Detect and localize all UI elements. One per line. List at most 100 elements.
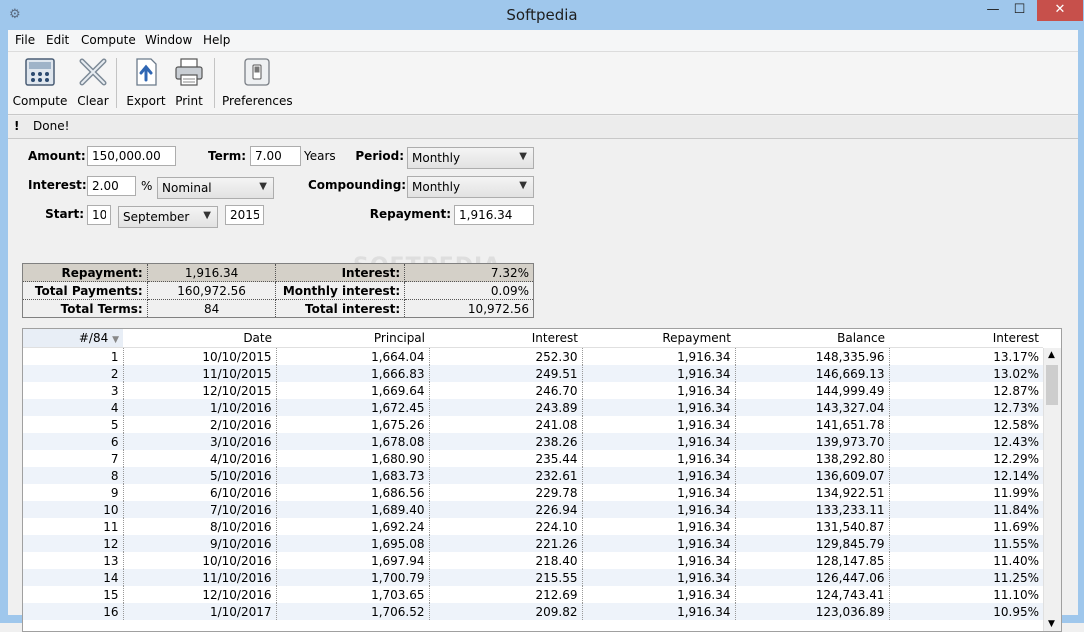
table-cell: 2 — [23, 365, 123, 382]
table-cell: 133,233.11 — [734, 501, 889, 518]
compounding-select[interactable]: Monthly ▼ — [407, 176, 534, 198]
column-header-number[interactable]: #/84 ▼ — [23, 329, 123, 348]
table-cell: 11.10% — [888, 586, 1043, 603]
table-cell: 1,672.45 — [275, 399, 429, 416]
column-header-repayment[interactable]: Repayment — [582, 329, 735, 348]
column-header-date[interactable]: Date — [123, 329, 276, 348]
table-cell: 5 — [110, 417, 119, 432]
table-cell: 212.69 — [428, 586, 582, 603]
table-row[interactable]: 4 1/10/2016 1,672.45 243.89 1,916.34 143,327.… — [23, 399, 1043, 416]
interest-type-value: Nominal — [162, 181, 212, 195]
table-row[interactable]: 10 7/10/2016 1,689.40 226.94 1,916.34 133,233… — [23, 501, 1043, 518]
table-cell: 246.70 — [428, 382, 582, 399]
summary-value: 10,972.56 — [404, 299, 534, 318]
table-cell: 12.29% — [888, 450, 1043, 467]
table-row[interactable]: 14 11/10/2016 1,700.79 215.55 1,916.34 126,44… — [23, 569, 1043, 586]
clear-label: Clear — [77, 94, 109, 108]
menu-window[interactable]: Window — [145, 33, 192, 47]
table-cell: 7 — [110, 451, 119, 466]
amortization-grid[interactable]: #/84 ▼ Date Principal Interest Repayment… — [22, 328, 1062, 632]
column-header-interest[interactable]: Interest — [429, 329, 582, 348]
table-row[interactable]: 1 10/10/2015 1,664.04 252.30 1,916.34 148,335… — [23, 347, 1043, 365]
start-year-input[interactable] — [225, 205, 264, 225]
table-cell: 13.17% — [888, 347, 1043, 365]
table-cell: 1,916.34 — [581, 535, 735, 552]
table-row[interactable]: 16 1/10/2017 1,706.52 209.82 1,916.34 123,036… — [23, 603, 1043, 620]
period-select[interactable]: Monthly ▼ — [407, 147, 534, 169]
scroll-up-icon[interactable]: ▲ — [1048, 350, 1055, 360]
table-cell: 15 — [103, 587, 119, 602]
table-cell: 1,916.34 — [581, 501, 735, 518]
table-row[interactable]: 12 9/10/2016 1,695.08 221.26 1,916.34 129,845… — [23, 535, 1043, 552]
table-cell: 1,916.34 — [581, 569, 735, 586]
table-cell: 1,916.34 — [581, 399, 735, 416]
summary-key: Total Payments: — [22, 281, 148, 300]
repayment-input[interactable] — [454, 205, 534, 225]
preferences-button[interactable]: Preferences — [222, 56, 293, 110]
interest-unit: % — [141, 179, 153, 193]
table-row[interactable]: 7 4/10/2016 1,680.90 235.44 1,916.34 138,292.… — [23, 450, 1043, 467]
interest-type-select[interactable]: Nominal ▼ — [157, 177, 274, 199]
table-row[interactable]: 3 12/10/2015 1,669.64 246.70 1,916.34 144,999… — [23, 382, 1043, 399]
table-cell: 218.40 — [428, 552, 582, 569]
table-row[interactable]: 15 12/10/2016 1,703.65 212.69 1,916.34 124,74… — [23, 586, 1043, 603]
column-header-label: #/84 — [78, 331, 109, 345]
summary-row: Repayment: 1,916.34 Interest: 7.32% — [22, 263, 534, 282]
start-label: Start: — [45, 207, 84, 221]
table-cell: 11.55% — [888, 535, 1043, 552]
table-cell: 1,916.34 — [581, 586, 735, 603]
maximize-button[interactable]: ☐ — [1006, 0, 1033, 21]
status-text: Done! — [33, 119, 70, 133]
column-header-interest-pct[interactable]: Interest — [889, 329, 1043, 348]
column-header-balance[interactable]: Balance — [735, 329, 889, 348]
table-cell: 10.95% — [888, 603, 1043, 620]
table-cell: 10/10/2016 — [122, 552, 276, 569]
column-header-principal[interactable]: Principal — [276, 329, 429, 348]
title-bar[interactable]: ⚙ Softpedia — ☐ ✕ — [0, 0, 1084, 30]
export-button[interactable]: Export — [124, 56, 168, 110]
scroll-thumb[interactable] — [1046, 365, 1058, 405]
summary-value: 1,916.34 — [146, 263, 277, 282]
scroll-down-icon[interactable]: ▼ — [1048, 619, 1055, 629]
table-row[interactable]: 8 5/10/2016 1,683.73 232.61 1,916.34 136,609.… — [23, 467, 1043, 484]
table-row[interactable]: 9 6/10/2016 1,686.56 229.78 1,916.34 134,922.… — [23, 484, 1043, 501]
table-cell: 1,916.34 — [581, 382, 735, 399]
amortization-table: #/84 ▼ Date Principal Interest Repayment… — [23, 329, 1043, 620]
menu-edit[interactable]: Edit — [46, 33, 69, 47]
minimize-button[interactable]: — — [980, 0, 1006, 21]
summary-value: 7.32% — [404, 263, 534, 282]
table-cell: 11.25% — [888, 569, 1043, 586]
close-button[interactable]: ✕ — [1037, 0, 1083, 21]
menu-help[interactable]: Help — [203, 33, 230, 47]
table-cell: 1,686.56 — [275, 484, 429, 501]
table-cell: 1 — [110, 349, 119, 364]
table-cell: 14 — [23, 569, 123, 586]
vertical-scrollbar[interactable]: ▲ ▼ — [1043, 348, 1061, 631]
start-day-input[interactable] — [87, 205, 111, 225]
start-month-select[interactable]: September ▼ — [118, 206, 218, 228]
table-cell: 12/10/2015 — [122, 382, 276, 399]
table-row[interactable]: 2 11/10/2015 1,666.83 249.51 1,916.34 146,669… — [23, 365, 1043, 382]
menu-compute[interactable]: Compute — [81, 33, 136, 47]
interest-input[interactable] — [87, 176, 136, 196]
table-cell: 12 — [23, 535, 123, 552]
table-row[interactable]: 11 8/10/2016 1,692.24 224.10 1,916.34 131,540… — [23, 518, 1043, 535]
repayment-label: Repayment: — [369, 207, 451, 221]
toolbar-separator — [116, 58, 117, 108]
print-button[interactable]: Print — [170, 56, 208, 110]
preferences-label: Preferences — [222, 94, 293, 108]
table-row[interactable]: 5 2/10/2016 1,675.26 241.08 1,916.34 141,651.… — [23, 416, 1043, 433]
summary-key: Total interest: — [275, 299, 406, 318]
menu-bar: File Edit Compute Window Help — [8, 30, 1078, 52]
term-input[interactable] — [250, 146, 301, 166]
clear-button[interactable]: Clear — [72, 56, 114, 110]
compute-button[interactable]: Compute — [12, 56, 68, 110]
table-cell: 241.08 — [428, 416, 582, 433]
loan-form: SOFTPEDIA Amount: Term: Years Period: Mo… — [8, 139, 1078, 632]
table-cell: 229.78 — [428, 484, 582, 501]
printer-icon — [175, 58, 203, 86]
table-row[interactable]: 13 10/10/2016 1,697.94 218.40 1,916.34 128,14… — [23, 552, 1043, 569]
menu-file[interactable]: File — [15, 33, 35, 47]
amount-input[interactable] — [87, 146, 176, 166]
table-row[interactable]: 6 3/10/2016 1,678.08 238.26 1,916.34 139,973.… — [23, 433, 1043, 450]
